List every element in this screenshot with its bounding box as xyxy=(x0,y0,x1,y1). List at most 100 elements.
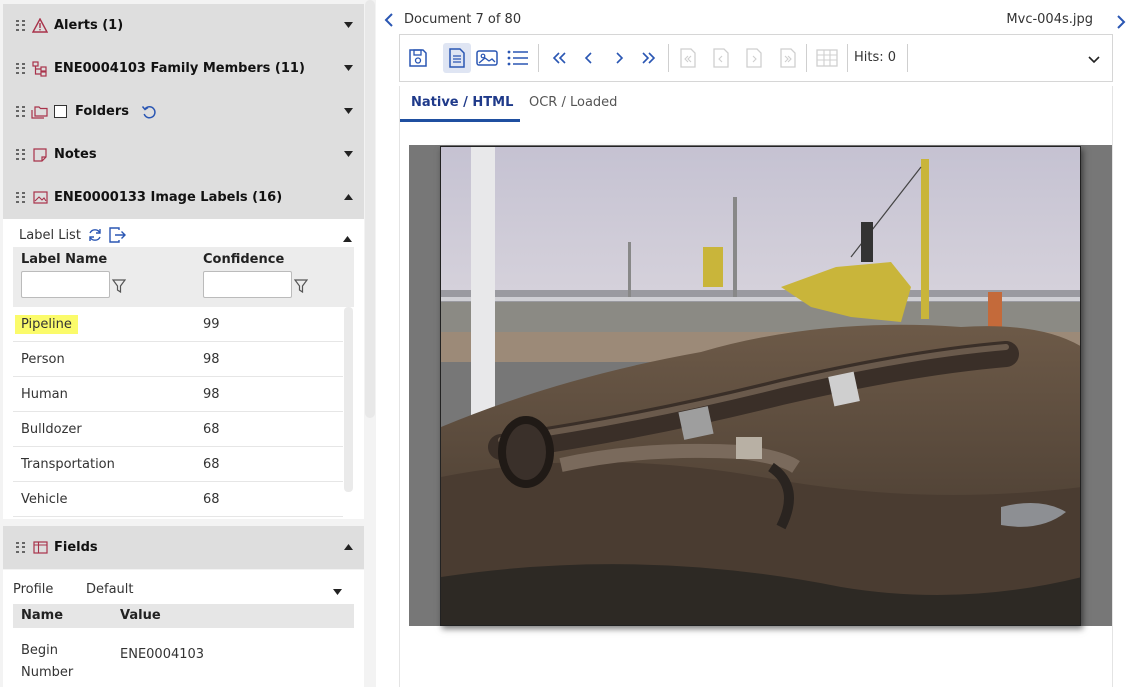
app-window: Alerts (1) ENE0004103 Family Members (11… xyxy=(0,0,1135,687)
fields-panel: Profile Default Name Value Begin Number … xyxy=(3,570,364,687)
hits-counter: Hits: 0 xyxy=(854,50,897,65)
folders-icon xyxy=(31,103,49,121)
col-confidence[interactable]: Confidence xyxy=(203,252,284,267)
section-title: ENE0000133 Image Labels (16) xyxy=(54,190,283,205)
image-icon xyxy=(31,189,49,207)
drag-handle-icon[interactable] xyxy=(16,191,26,204)
section-title: Alerts (1) xyxy=(54,18,124,33)
caret-down-icon[interactable] xyxy=(342,105,354,117)
caret-up-icon[interactable] xyxy=(342,541,354,553)
caret-up-icon[interactable] xyxy=(343,231,352,246)
profile-label: Profile xyxy=(13,582,54,597)
previous-hit-icon[interactable] xyxy=(707,43,735,73)
last-page-icon[interactable] xyxy=(635,43,663,73)
active-tab-indicator xyxy=(400,119,520,122)
confidence-filter-input[interactable] xyxy=(203,271,292,298)
label-name-cell: Pipeline xyxy=(15,314,78,334)
col-name[interactable]: Name xyxy=(21,608,63,623)
native-document-icon[interactable] xyxy=(443,43,471,73)
caret-up-icon[interactable] xyxy=(342,191,354,203)
sync-icon[interactable] xyxy=(87,227,103,243)
section-fields[interactable]: Fields xyxy=(3,526,364,569)
previous-page-icon[interactable] xyxy=(575,43,603,73)
label-list-scrollbar[interactable] xyxy=(344,307,353,492)
table-row[interactable]: Pipeline 99 xyxy=(13,307,343,342)
drag-handle-icon[interactable] xyxy=(16,148,26,161)
hierarchy-icon xyxy=(31,60,49,78)
warning-icon xyxy=(31,17,49,35)
table-row[interactable]: Bulldozer 68 xyxy=(13,412,343,447)
drag-handle-icon[interactable] xyxy=(16,62,26,75)
confidence-cell: 98 xyxy=(203,386,220,402)
previous-document-icon[interactable] xyxy=(384,13,393,31)
filter-icon[interactable] xyxy=(111,279,127,294)
section-title: Fields xyxy=(54,540,98,555)
label-list-header: Label List xyxy=(19,227,126,243)
confidence-cell: 68 xyxy=(203,491,220,507)
file-name: Mvc-004s.jpg xyxy=(1006,12,1093,27)
image-view-icon[interactable] xyxy=(473,43,501,73)
table-row[interactable]: Transportation 68 xyxy=(13,447,343,482)
document-view-area: Native / HTML OCR / Loaded xyxy=(399,86,1113,687)
next-page-icon[interactable] xyxy=(605,43,633,73)
label-name-cell: Person xyxy=(21,351,65,367)
label-table-header: Label Name Confidence xyxy=(13,247,354,307)
col-label-name[interactable]: Label Name xyxy=(21,252,107,267)
caret-down-icon[interactable] xyxy=(333,584,342,599)
chevron-down-icon[interactable] xyxy=(1088,53,1100,68)
table-grid-icon[interactable] xyxy=(813,43,841,73)
next-hit-icon[interactable] xyxy=(740,43,768,73)
confidence-cell: 68 xyxy=(203,456,220,472)
label-name-cell: Bulldozer xyxy=(21,421,82,437)
list-view-icon[interactable] xyxy=(504,43,532,73)
document-image[interactable] xyxy=(440,146,1081,626)
label-table: Label Name Confidence Pipeline 99 Person… xyxy=(13,247,354,517)
refresh-icon[interactable] xyxy=(141,104,157,120)
note-icon xyxy=(31,146,49,164)
caret-down-icon[interactable] xyxy=(342,19,354,31)
export-icon[interactable] xyxy=(109,227,126,243)
section-alerts[interactable]: Alerts (1) xyxy=(3,4,364,47)
drag-handle-icon[interactable] xyxy=(16,105,26,118)
label-name-cell: Vehicle xyxy=(21,491,68,507)
folders-checkbox[interactable] xyxy=(54,105,67,118)
first-hit-icon[interactable] xyxy=(674,43,702,73)
filter-icon[interactable] xyxy=(293,279,309,294)
caret-down-icon[interactable] xyxy=(342,62,354,74)
drag-handle-icon[interactable] xyxy=(16,541,26,554)
table-row[interactable]: Person 98 xyxy=(13,342,343,377)
label-name-cell: Human xyxy=(21,386,68,402)
confidence-cell: 98 xyxy=(203,351,220,367)
first-page-icon[interactable] xyxy=(545,43,573,73)
image-canvas xyxy=(409,145,1112,626)
tab-native-html[interactable]: Native / HTML xyxy=(411,95,513,110)
tab-ocr-loaded[interactable]: OCR / Loaded xyxy=(529,95,617,110)
section-notes[interactable]: Notes xyxy=(3,133,364,176)
label-list-panel: Label List Label Name Confidence Pipelin… xyxy=(3,219,364,519)
last-hit-icon[interactable] xyxy=(774,43,802,73)
caret-down-icon[interactable] xyxy=(342,148,354,160)
left-panel-scrollbar[interactable] xyxy=(365,0,375,418)
drag-handle-icon[interactable] xyxy=(16,19,26,32)
table-row[interactable]: Human 98 xyxy=(13,377,343,412)
left-panel: Alerts (1) ENE0004103 Family Members (11… xyxy=(0,0,376,687)
label-name-filter-input[interactable] xyxy=(21,271,110,298)
section-folders[interactable]: Folders xyxy=(3,90,364,133)
profile-value[interactable]: Default xyxy=(86,582,134,597)
document-viewer-panel: Document 7 of 80 Mvc-004s.jpg Hits: 0 Na… xyxy=(376,0,1135,687)
section-family-members[interactable]: ENE0004103 Family Members (11) xyxy=(3,47,364,90)
section-title: Notes xyxy=(54,147,97,162)
field-name-cell: Begin Number xyxy=(21,643,74,680)
label-name-cell: Transportation xyxy=(21,456,115,472)
save-icon[interactable] xyxy=(404,43,432,73)
table-row[interactable]: Vehicle 68 xyxy=(13,482,343,517)
profile-selector[interactable]: Profile Default xyxy=(13,582,134,597)
section-image-labels[interactable]: ENE0000133 Image Labels (16) xyxy=(3,176,364,219)
col-value[interactable]: Value xyxy=(120,608,161,623)
next-document-icon[interactable] xyxy=(1117,15,1126,33)
columns-icon xyxy=(31,539,49,557)
fields-table-header: Name Value xyxy=(13,604,354,628)
confidence-cell: 68 xyxy=(203,421,220,437)
section-title: Folders xyxy=(75,104,130,119)
viewer-toolbar: Hits: 0 xyxy=(399,34,1113,82)
